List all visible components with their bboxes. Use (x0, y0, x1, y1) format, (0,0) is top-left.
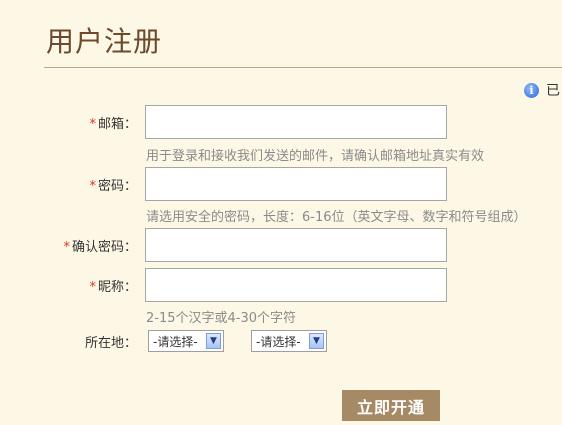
nickname-label: * 昵称： (89, 280, 137, 295)
location-label: 所在地： (84, 336, 137, 351)
chevron-down-icon[interactable]: ▼ (309, 333, 324, 349)
password-input[interactable] (145, 167, 447, 201)
email-label: * 邮箱： (89, 117, 137, 132)
info-notice: i 已 (524, 80, 560, 100)
email-input[interactable] (145, 105, 447, 139)
password-hint: 请选用安全的密码，长度：6-16位（英文字母、数字和符号组成） (146, 210, 527, 225)
province-select-value: -请选择- (153, 334, 198, 349)
password-label: * 密码： (89, 179, 137, 194)
chevron-down-icon[interactable]: ▼ (206, 333, 221, 349)
nickname-hint: 2-15个汉字或4-30个字符 (146, 311, 297, 326)
email-hint: 用于登录和接收我们发送的邮件，请确认邮箱地址真实有效 (146, 149, 485, 164)
city-select-value: -请选择- (256, 334, 301, 349)
title-divider (44, 67, 562, 68)
province-select[interactable]: -请选择- ▼ (148, 330, 224, 352)
city-select[interactable]: -请选择- ▼ (251, 330, 327, 352)
nickname-input[interactable] (145, 268, 447, 302)
info-text: 已 (546, 83, 560, 99)
required-star: * (89, 179, 96, 194)
confirm-password-input[interactable] (145, 228, 447, 262)
info-icon: i (524, 82, 539, 98)
register-submit-button[interactable]: 立即开通 (342, 390, 440, 421)
confirm-password-label: * 确认密码： (63, 240, 137, 255)
required-star: * (89, 117, 96, 132)
required-star: * (89, 280, 96, 295)
required-star: * (63, 240, 70, 255)
page-title: 用户注册 (46, 25, 163, 58)
